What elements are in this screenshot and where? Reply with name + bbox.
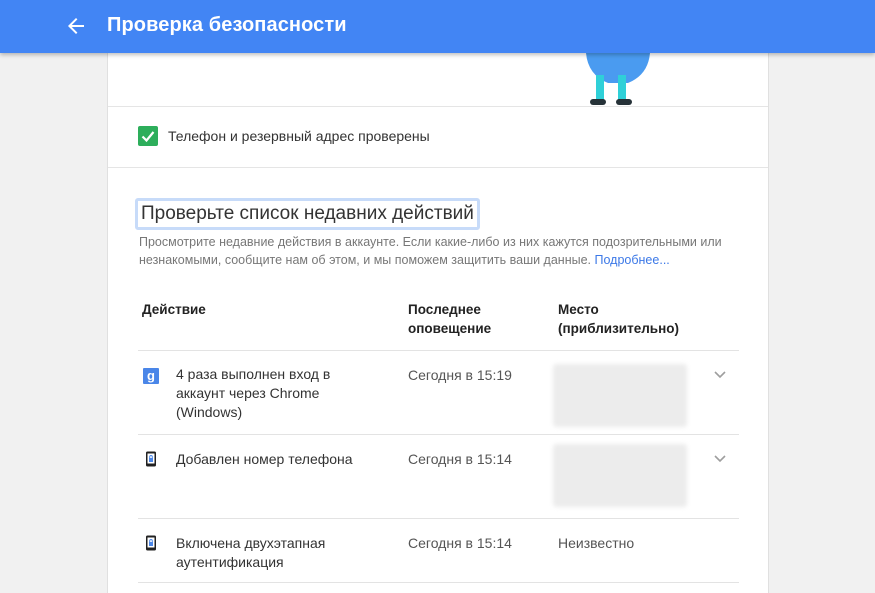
security-checkup-card: Телефон и резервный адрес проверены Пров…	[107, 53, 769, 593]
redacted-location	[553, 364, 687, 427]
learn-more-link[interactable]: Подробнее...	[595, 253, 670, 267]
row-time: Сегодня в 15:14	[408, 451, 512, 467]
check-icon	[141, 131, 155, 143]
row-action: Добавлен номер телефона	[176, 451, 353, 467]
app-header: Проверка безопасности	[0, 0, 875, 53]
row-time: Сегодня в 15:14	[408, 535, 512, 551]
verification-status: Телефон и резервный адрес проверены	[138, 126, 430, 146]
row-divider	[138, 518, 739, 519]
chevron-down-icon[interactable]	[713, 454, 727, 464]
arrow-back-icon	[68, 18, 84, 34]
back-button[interactable]	[60, 10, 92, 42]
divider	[108, 167, 768, 168]
column-header-action: Действие	[142, 302, 206, 317]
checkbox-checked[interactable]	[138, 126, 158, 146]
row-divider	[138, 350, 739, 351]
verification-text: Телефон и резервный адрес проверены	[168, 128, 430, 144]
row-divider	[138, 582, 739, 583]
row-place: Неизвестно	[558, 535, 635, 551]
row-time: Сегодня в 15:19	[408, 367, 512, 383]
row-action: Включена двухэтапная аутентификация	[176, 535, 326, 570]
phone-lock-icon	[146, 451, 156, 467]
mascot-illustration	[586, 53, 650, 105]
row-action: 4 раза выполнен вход в аккаунт через Chr…	[176, 366, 331, 420]
chevron-down-icon[interactable]	[713, 370, 727, 380]
divider	[108, 106, 768, 107]
page-title: Проверка безопасности	[107, 14, 347, 36]
row-divider	[138, 434, 739, 435]
google-g-icon: g	[143, 368, 159, 384]
section-title: Проверьте список недавних действий	[135, 198, 480, 230]
column-header-place: Место (приблизительно)	[558, 302, 679, 336]
section-description: Просмотрите недавние действия в аккаунте…	[139, 233, 749, 269]
column-header-last-notice: Последнее оповещение	[408, 302, 492, 336]
redacted-location	[553, 444, 687, 507]
phone-lock-icon	[146, 535, 156, 551]
